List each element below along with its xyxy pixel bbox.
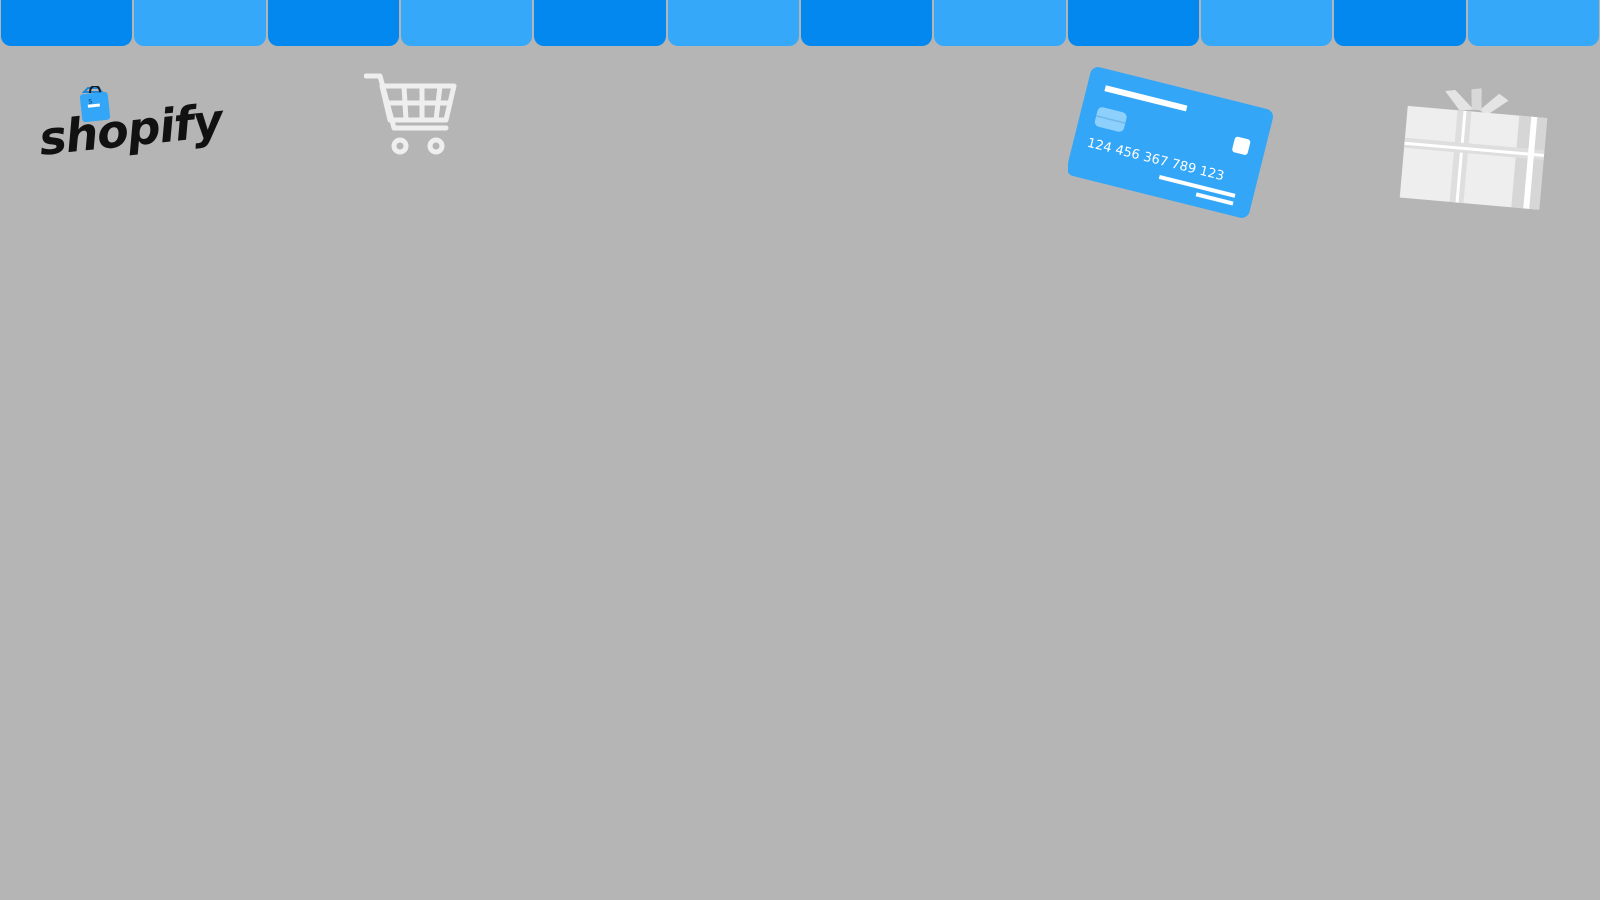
awning-stripe <box>800 0 933 46</box>
awning-banner <box>0 0 1600 46</box>
awning-stripe <box>1067 0 1199 46</box>
awning-stripe <box>667 0 799 46</box>
awning-stripe <box>934 0 1066 46</box>
shopify-logo: S shopify <box>36 86 224 176</box>
shopify-wordmark: shopify <box>36 93 225 166</box>
awning-stripe <box>267 0 399 46</box>
gift-box-icon <box>1399 88 1548 210</box>
awning-stripe <box>1334 0 1466 46</box>
awning-stripe <box>1 0 133 46</box>
awning-stripe <box>1467 0 1599 46</box>
awning-stripe <box>534 0 666 46</box>
awning-stripe <box>1200 0 1333 46</box>
shopping-cart-icon <box>364 73 457 155</box>
credit-card-icon: 124 456 367 789 123 <box>1068 67 1273 218</box>
awning-stripe <box>400 0 533 46</box>
awning-stripe <box>134 0 266 46</box>
